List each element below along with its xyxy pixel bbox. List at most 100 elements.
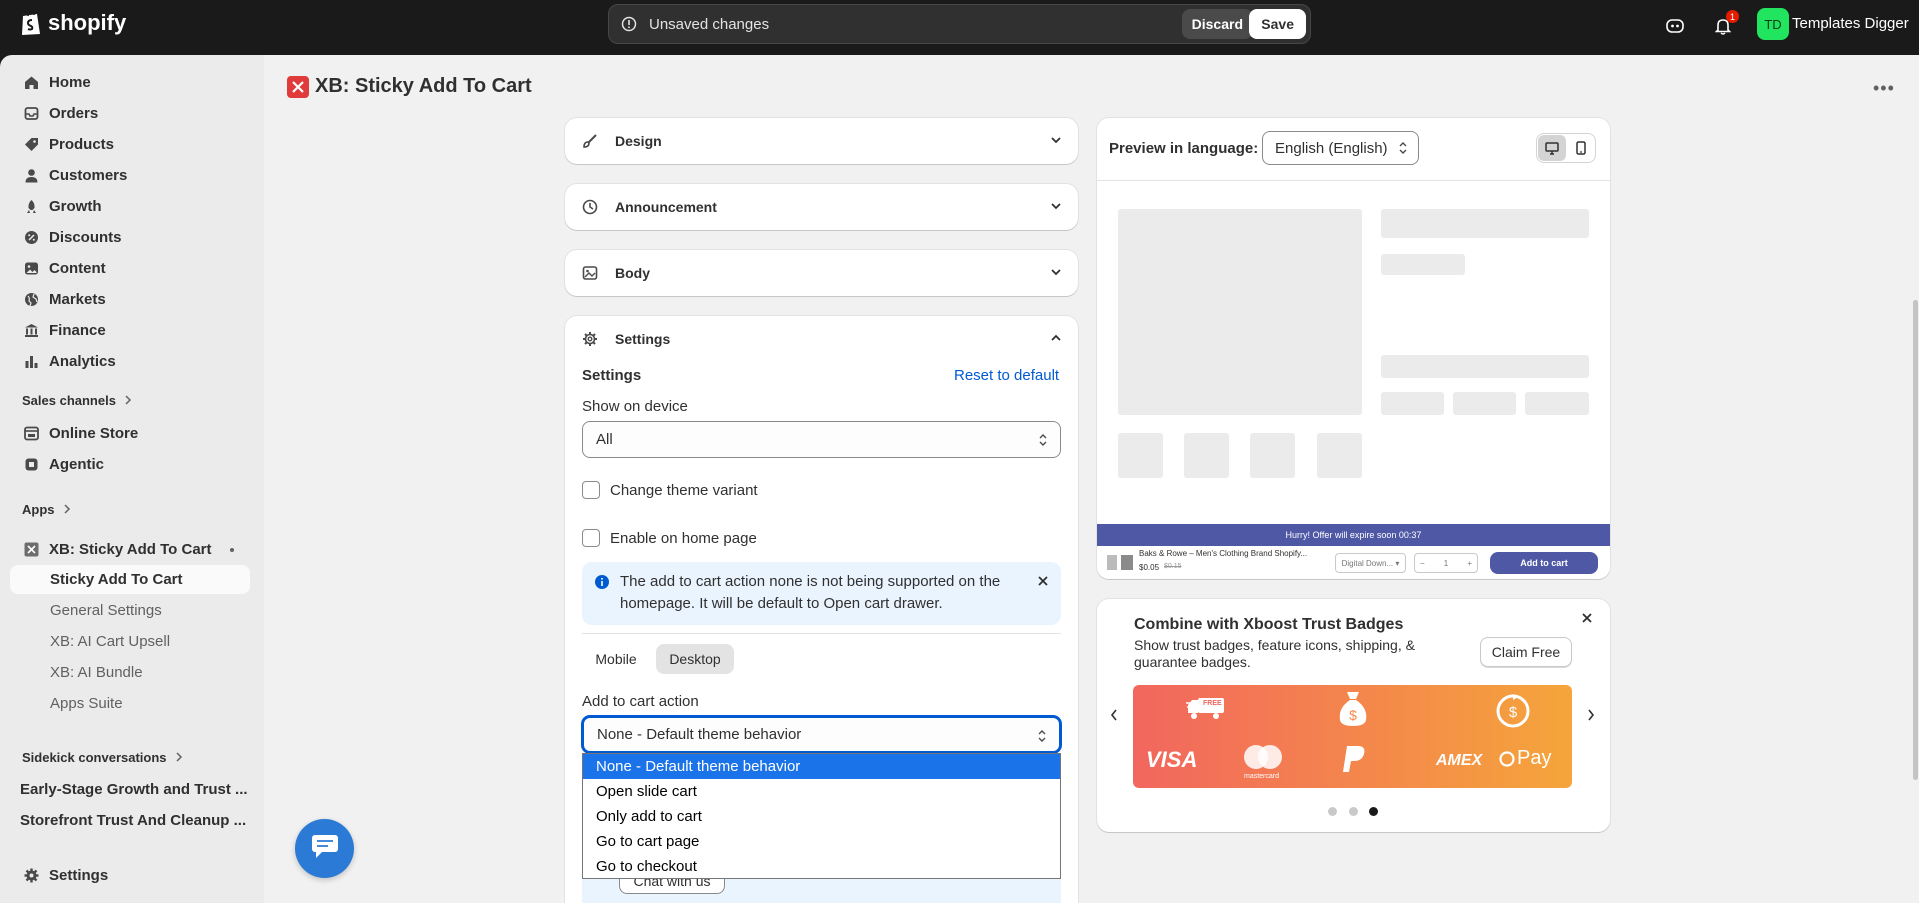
discard-button[interactable]: Discard bbox=[1181, 9, 1253, 39]
apps-heading[interactable]: Apps bbox=[22, 502, 71, 517]
chat-launcher-button[interactable] bbox=[295, 819, 354, 878]
sidebar-item-xb-sticky-add-to-cart[interactable]: XB: Sticky Add To Cart bbox=[10, 535, 250, 564]
page-title: XB: Sticky Add To Cart bbox=[287, 75, 532, 98]
money-back-icon: $ bbox=[1494, 692, 1532, 735]
image-layout-icon bbox=[582, 265, 598, 281]
preview-compare-price: $0.15 bbox=[1164, 563, 1182, 570]
sidebar-subitem-ai-cart-upsell[interactable]: XB: AI Cart Upsell bbox=[10, 627, 250, 656]
claim-free-label: Claim Free bbox=[1491, 644, 1561, 660]
thumbnail-placeholder bbox=[1184, 433, 1229, 478]
page-title-text: XB: Sticky Add To Cart bbox=[315, 75, 532, 97]
preview-variant-value: Digital Down... bbox=[1341, 558, 1394, 568]
preview-language-select[interactable]: English (English) bbox=[1262, 131, 1419, 165]
sidekick-icon[interactable] bbox=[1662, 13, 1688, 39]
paypal-icon bbox=[1342, 744, 1368, 779]
shopify-logo[interactable]: shopify bbox=[20, 10, 126, 36]
sales-channels-heading[interactable]: Sales channels bbox=[22, 393, 132, 408]
desktop-preview-icon[interactable] bbox=[1538, 135, 1566, 161]
sidebar-item-online-store[interactable]: Online Store bbox=[10, 419, 250, 448]
minus-icon[interactable]: − bbox=[1420, 559, 1425, 568]
avatar[interactable]: TD bbox=[1757, 8, 1789, 40]
carousel-dot[interactable] bbox=[1349, 807, 1358, 816]
chevron-down-icon bbox=[1050, 199, 1062, 215]
show-on-device-value: All bbox=[596, 431, 613, 448]
sidebar-item-products[interactable]: Products bbox=[10, 130, 250, 159]
sidekick-conversations-heading[interactable]: Sidekick conversations bbox=[22, 750, 183, 765]
unsaved-changes-bar: Unsaved changes Discard Save bbox=[608, 4, 1311, 44]
variant-placeholder bbox=[1381, 355, 1589, 378]
show-on-device-select[interactable]: All bbox=[582, 421, 1061, 458]
tab-mobile[interactable]: Mobile bbox=[582, 644, 650, 674]
settings-heading: Settings bbox=[582, 367, 642, 384]
scrollbar[interactable] bbox=[1913, 300, 1918, 780]
tag-icon bbox=[23, 137, 39, 152]
promo-title: Combine with Xboost Trust Badges bbox=[1134, 616, 1404, 633]
mobile-preview-icon[interactable] bbox=[1567, 135, 1595, 161]
carousel-prev-icon[interactable] bbox=[1110, 708, 1118, 726]
sidebar-item-orders[interactable]: Orders bbox=[10, 99, 250, 128]
close-icon[interactable] bbox=[1037, 574, 1049, 591]
change-theme-variant-checkbox[interactable]: Change theme variant bbox=[582, 481, 758, 499]
reset-to-default-link[interactable]: Reset to default bbox=[954, 367, 1059, 384]
conversation-item[interactable]: Storefront Trust And Cleanup ... bbox=[20, 812, 250, 829]
carousel-next-icon[interactable] bbox=[1587, 708, 1595, 726]
preview-variant-select[interactable]: Digital Down... ▾ bbox=[1335, 553, 1406, 573]
body-section-header[interactable]: Body bbox=[565, 250, 1078, 296]
sidebar-item-label: Markets bbox=[49, 291, 106, 308]
claim-free-button[interactable]: Claim Free bbox=[1480, 637, 1572, 667]
sidebar-item-agentic[interactable]: Agentic bbox=[10, 450, 250, 479]
option-placeholder bbox=[1453, 392, 1516, 415]
discount-icon bbox=[23, 230, 39, 245]
enable-on-home-page-checkbox[interactable]: Enable on home page bbox=[582, 529, 757, 547]
svg-text:$: $ bbox=[1509, 704, 1518, 721]
sidebar-item-finance[interactable]: Finance bbox=[10, 316, 250, 345]
money-bag-icon: $ bbox=[1336, 690, 1370, 733]
sidebar-subitem-ai-bundle[interactable]: XB: AI Bundle bbox=[10, 658, 250, 687]
sidebar-item-growth[interactable]: Growth bbox=[10, 192, 250, 221]
more-actions-icon[interactable]: ••• bbox=[1873, 78, 1895, 99]
home-icon bbox=[23, 75, 39, 90]
tab-desktop[interactable]: Desktop bbox=[656, 644, 734, 674]
settings-section-header[interactable]: Settings bbox=[565, 316, 1078, 362]
chat-bubble-icon bbox=[310, 833, 340, 864]
conversation-item[interactable]: Early-Stage Growth and Trust ... bbox=[20, 781, 250, 798]
sidebar-item-label: Analytics bbox=[49, 353, 116, 370]
sidebar-item-label: Orders bbox=[49, 105, 99, 122]
sidebar-item-markets[interactable]: Markets bbox=[10, 285, 250, 314]
sidebar-subitem-sticky-add-to-cart[interactable]: Sticky Add To Cart bbox=[10, 565, 250, 594]
checkbox-box[interactable] bbox=[582, 529, 600, 547]
sidebar-subitem-apps-suite[interactable]: Apps Suite bbox=[10, 689, 250, 718]
sidebar-item-label: Finance bbox=[49, 322, 106, 339]
dropdown-option[interactable]: Only add to cart bbox=[583, 804, 1060, 829]
dropdown-option[interactable]: Go to checkout bbox=[583, 854, 1060, 879]
announcement-section-header[interactable]: Announcement bbox=[565, 184, 1078, 230]
carousel-dot[interactable] bbox=[1328, 807, 1337, 816]
person-icon bbox=[23, 168, 39, 183]
sidebar-item-customers[interactable]: Customers bbox=[10, 161, 250, 190]
dropdown-option[interactable]: Open slide cart bbox=[583, 779, 1060, 804]
sidebar-subitem-general-settings[interactable]: General Settings bbox=[10, 596, 250, 625]
preview-qty-stepper[interactable]: − 1 + bbox=[1414, 553, 1478, 573]
checkbox-box[interactable] bbox=[582, 481, 600, 499]
sidebar-item-label: Products bbox=[49, 136, 115, 153]
dropdown-option[interactable]: None - Default theme behavior bbox=[583, 754, 1060, 779]
sidebar-item-analytics[interactable]: Analytics bbox=[10, 347, 250, 376]
option-placeholder bbox=[1381, 392, 1444, 415]
sidebar-item-settings[interactable]: Settings bbox=[10, 861, 250, 890]
save-button[interactable]: Save bbox=[1249, 9, 1306, 39]
store-name[interactable]: Templates Digger bbox=[1792, 15, 1909, 32]
design-section-header[interactable]: Design bbox=[565, 118, 1078, 164]
preview-add-to-cart-button[interactable]: Add to cart bbox=[1490, 552, 1598, 574]
sidebar-item-content[interactable]: Content bbox=[10, 254, 250, 283]
sidebar-item-discounts[interactable]: Discounts bbox=[10, 223, 250, 252]
close-icon[interactable] bbox=[1581, 611, 1593, 629]
dropdown-option[interactable]: Go to cart page bbox=[583, 829, 1060, 854]
select-updown-icon bbox=[1038, 432, 1048, 452]
sidebar-item-label: Sticky Add To Cart bbox=[50, 571, 183, 588]
sidebar-item-home[interactable]: Home bbox=[10, 68, 250, 97]
plus-icon[interactable]: + bbox=[1467, 559, 1472, 568]
add-to-cart-action-select[interactable]: None - Default theme behavior bbox=[582, 716, 1061, 753]
carousel-dot-active[interactable] bbox=[1369, 807, 1378, 816]
notifications-bell-icon[interactable]: 1 bbox=[1710, 10, 1739, 39]
bank-icon bbox=[23, 323, 39, 338]
